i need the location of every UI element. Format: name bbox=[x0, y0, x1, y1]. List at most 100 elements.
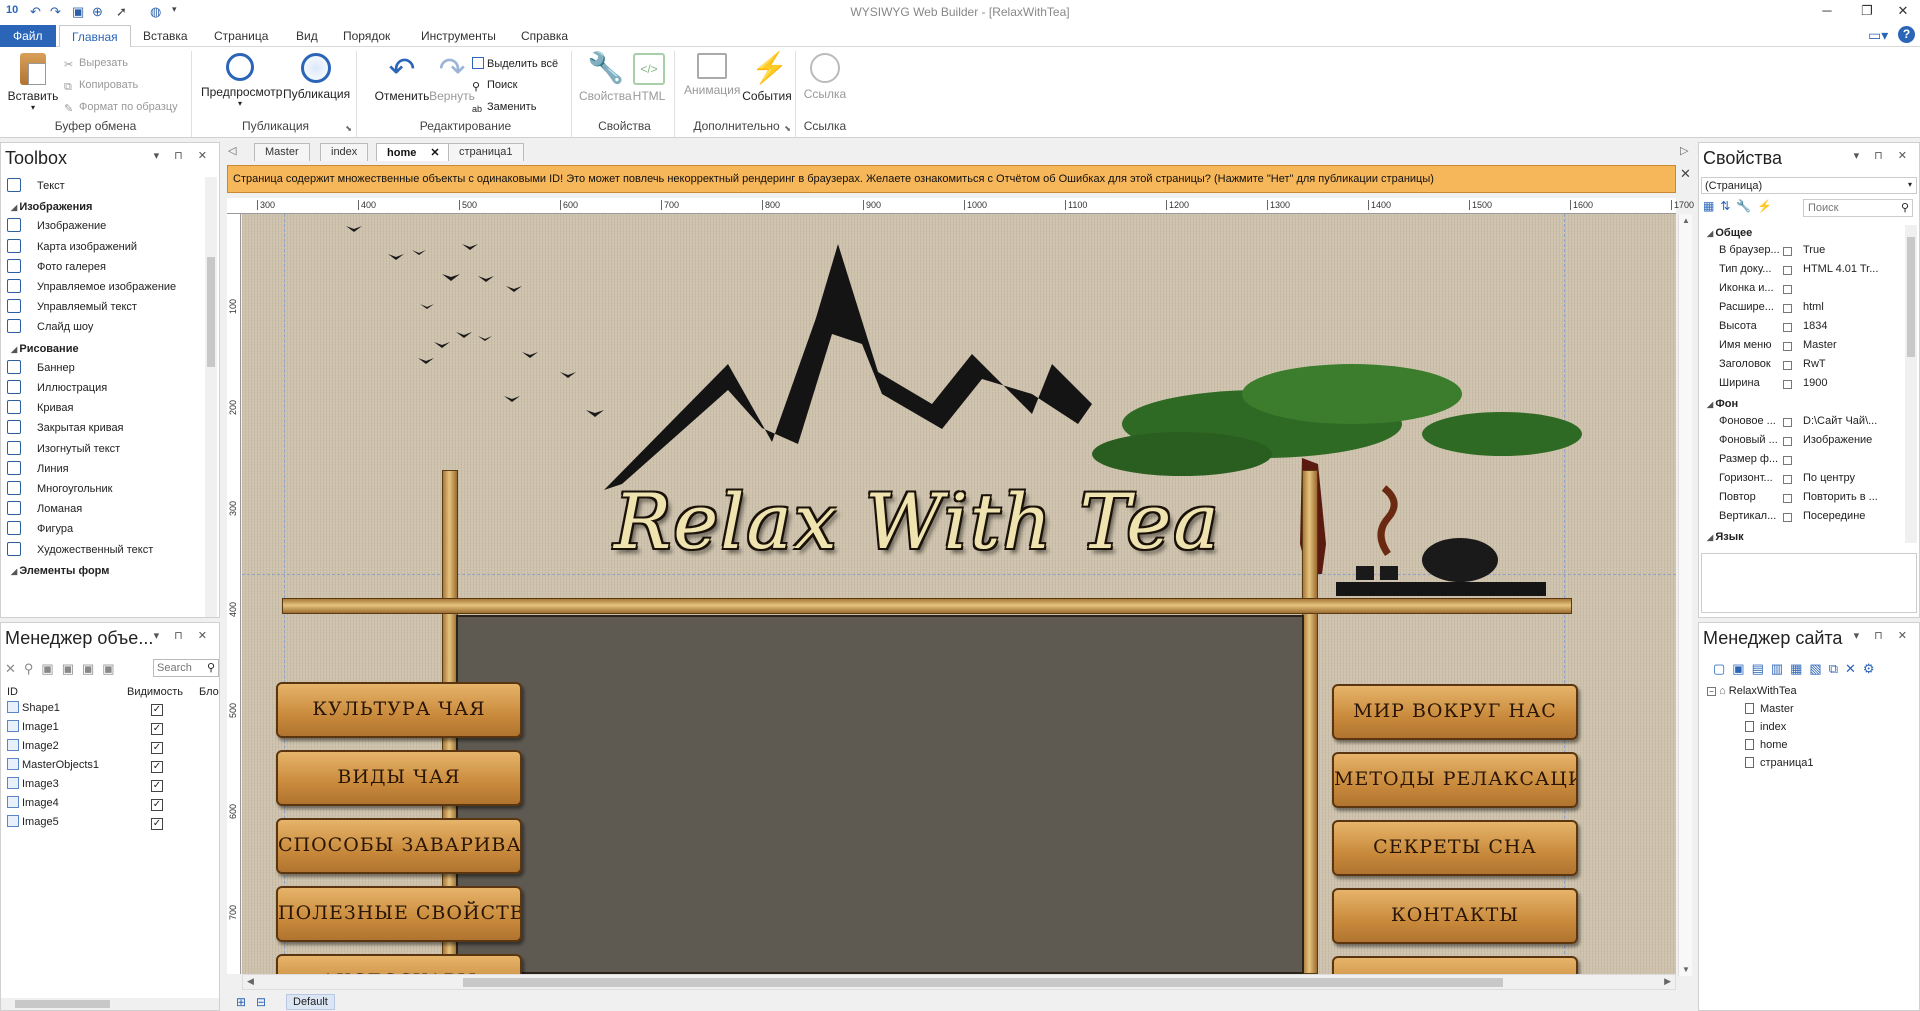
warning-close-icon[interactable]: ✕ bbox=[1680, 166, 1691, 182]
canvas-vscroll[interactable]: ▲ ▼ bbox=[1678, 214, 1692, 976]
nav-sign-left[interactable]: АКСЕССУАРЫ bbox=[276, 954, 522, 974]
select-all-button[interactable]: Выделить всё bbox=[472, 57, 558, 70]
property-row[interactable]: Повтор Повторить в ... bbox=[1699, 491, 1903, 510]
replace-button[interactable]: ab Заменить bbox=[472, 101, 536, 116]
property-row[interactable]: В браузер... True bbox=[1699, 244, 1903, 263]
nav-sign-left[interactable]: ПОЛЕЗНЫЕ СВОЙСТВА bbox=[276, 886, 522, 942]
object-row[interactable]: Image1 ✓ bbox=[1, 720, 221, 739]
property-value[interactable]: Посередине bbox=[1803, 510, 1865, 522]
properties-search-box[interactable]: ⚲ bbox=[1803, 199, 1913, 217]
menu-help[interactable]: Справка bbox=[521, 29, 568, 43]
content-area[interactable] bbox=[456, 615, 1304, 974]
toolbox-item[interactable]: Ломаная bbox=[1, 501, 82, 521]
extra-launcher-icon[interactable]: ⬊ bbox=[784, 124, 791, 133]
property-value[interactable]: По центру bbox=[1803, 472, 1855, 484]
nav-sign-left[interactable]: СПОСОБЫ ЗАВАРИВАНИЯ bbox=[276, 818, 522, 874]
toolbox-item[interactable]: Многоугольник bbox=[1, 481, 112, 501]
site-tree-root[interactable]: − ⌂ RelaxWithTea bbox=[1707, 685, 1797, 697]
toolbox-item[interactable]: Изогнутый текст bbox=[1, 440, 120, 461]
design-canvas[interactable]: Relax With Tea КУЛЬТУРА ЧАЯ ВИДЫ ЧАЯ СПОСО… bbox=[242, 214, 1676, 974]
toolbox-category[interactable]: Изображения bbox=[11, 201, 92, 213]
site-page-item[interactable]: страница1 bbox=[1745, 757, 1814, 769]
object-manager-hscroll[interactable] bbox=[1, 998, 219, 1010]
object-manager-toolbar[interactable]: ✕⚲▣▣▣▣ bbox=[5, 661, 123, 677]
tabs-right-arrow-icon[interactable]: ▷ bbox=[1680, 144, 1688, 157]
property-row[interactable]: Фоновое ... D:\Сайт Чай\... bbox=[1699, 415, 1903, 434]
menu-view[interactable]: Вид bbox=[296, 29, 318, 43]
tab-page1[interactable]: страница1 bbox=[448, 143, 524, 161]
visibility-checkbox[interactable]: ✓ bbox=[151, 761, 163, 773]
toolbox-item[interactable]: Иллюстрация bbox=[1, 380, 107, 400]
property-row[interactable]: Имя меню Master bbox=[1699, 339, 1903, 358]
object-row[interactable]: Image2 ✓ bbox=[1, 739, 221, 758]
nav-sign-right[interactable]: СЕКРЕТЫ СНА bbox=[1332, 820, 1578, 876]
menu-file[interactable]: Файл bbox=[0, 25, 56, 47]
events-button[interactable]: ⚡ События bbox=[742, 53, 792, 104]
property-category[interactable]: Общее bbox=[1707, 227, 1752, 239]
toolbox-item[interactable]: Изображение bbox=[1, 218, 106, 238]
paste-button[interactable]: Вставить ▾ bbox=[6, 53, 60, 112]
visibility-checkbox[interactable]: ✓ bbox=[151, 704, 163, 716]
nav-sign-right[interactable]: КОНТАКТЫ bbox=[1332, 888, 1578, 944]
layer-default-tab[interactable]: Default bbox=[286, 994, 335, 1010]
property-checkbox[interactable] bbox=[1783, 285, 1792, 294]
visibility-checkbox[interactable]: ✓ bbox=[151, 742, 163, 754]
menu-insert[interactable]: Вставка bbox=[143, 29, 188, 43]
tab-close-icon[interactable]: ✕ bbox=[430, 147, 439, 159]
object-row[interactable]: Image3 ✓ bbox=[1, 777, 221, 796]
property-category[interactable]: Фон bbox=[1707, 398, 1738, 410]
property-checkbox[interactable] bbox=[1783, 323, 1792, 332]
site-manager-toolbar[interactable]: ▢▣▤▥▦▧⧉✕⚙ bbox=[1713, 661, 1882, 677]
object-search-input[interactable] bbox=[154, 660, 204, 676]
object-selector[interactable]: (Страница) ▾ bbox=[1701, 177, 1917, 194]
property-checkbox[interactable] bbox=[1783, 266, 1792, 275]
property-row[interactable]: Заголовок RwT bbox=[1699, 358, 1903, 377]
property-row[interactable]: Вертикал... Посередине bbox=[1699, 510, 1903, 529]
property-checkbox[interactable] bbox=[1783, 437, 1792, 446]
property-checkbox[interactable] bbox=[1783, 494, 1792, 503]
col-lock[interactable]: Бло bbox=[199, 686, 219, 698]
object-row[interactable]: MasterObjects1 ✓ bbox=[1, 758, 221, 777]
toolbox-item[interactable]: Баннер bbox=[1, 359, 75, 380]
tab-master[interactable]: Master bbox=[254, 143, 310, 161]
link-button[interactable]: Ссылка bbox=[801, 53, 849, 101]
property-row[interactable]: Расшире... html bbox=[1699, 301, 1903, 320]
property-checkbox[interactable] bbox=[1783, 475, 1792, 484]
visibility-checkbox[interactable]: ✓ bbox=[151, 780, 163, 792]
tab-home[interactable]: home ✕ bbox=[376, 143, 451, 161]
toolbox-item[interactable]: Карта изображений bbox=[1, 238, 137, 259]
toolbox-item[interactable]: Кривая bbox=[1, 400, 73, 420]
toolbox-item[interactable]: Фигура bbox=[1, 521, 73, 541]
close-window-button[interactable]: ✕ bbox=[1888, 3, 1918, 19]
properties-search-input[interactable] bbox=[1804, 200, 1894, 216]
property-value[interactable]: 1834 bbox=[1803, 320, 1827, 332]
property-row[interactable]: Высота 1834 bbox=[1699, 320, 1903, 339]
site-manager-panel-buttons[interactable]: ▾ ⊓ ✕ bbox=[1854, 629, 1913, 642]
nav-sign-right[interactable]: МЕТОДЫ РЕЛАКСАЦИИ bbox=[1332, 752, 1578, 808]
toolbox-item[interactable]: Фото галерея bbox=[1, 258, 106, 279]
restore-button[interactable]: ❐ bbox=[1852, 3, 1882, 19]
publish-launcher-icon[interactable]: ⬊ bbox=[345, 124, 352, 133]
minimize-button[interactable]: ─ bbox=[1812, 3, 1842, 18]
property-value[interactable]: Изображение bbox=[1803, 434, 1872, 446]
col-visibility[interactable]: Видимость bbox=[127, 686, 183, 698]
layout-icon[interactable]: ▭▾ bbox=[1868, 27, 1888, 44]
tab-index[interactable]: index bbox=[320, 143, 369, 161]
toolbox-item[interactable]: Закрытая кривая bbox=[1, 420, 124, 440]
visibility-checkbox[interactable]: ✓ bbox=[151, 818, 163, 830]
nav-sign-left[interactable]: КУЛЬТУРА ЧАЯ bbox=[276, 682, 522, 738]
property-checkbox[interactable] bbox=[1783, 418, 1792, 427]
menu-home[interactable]: Главная bbox=[59, 25, 131, 48]
property-row[interactable]: Размер ф... bbox=[1699, 453, 1903, 472]
properties-panel-buttons[interactable]: ▾ ⊓ ✕ bbox=[1854, 149, 1913, 162]
property-value[interactable]: RwT bbox=[1803, 358, 1826, 370]
col-id[interactable]: ID bbox=[7, 686, 18, 698]
object-row[interactable]: Image4 ✓ bbox=[1, 796, 221, 815]
nav-sign-right[interactable]: О НАС bbox=[1332, 956, 1578, 974]
property-row[interactable]: Ширина 1900 bbox=[1699, 377, 1903, 396]
copy-button[interactable]: ⧉ Копировать bbox=[64, 79, 138, 93]
collapse-icon[interactable]: − bbox=[1707, 687, 1716, 696]
add-layer-icon[interactable]: ⊞ bbox=[236, 995, 246, 1009]
property-checkbox[interactable] bbox=[1783, 380, 1792, 389]
publish-button[interactable]: Публикация bbox=[283, 53, 350, 101]
